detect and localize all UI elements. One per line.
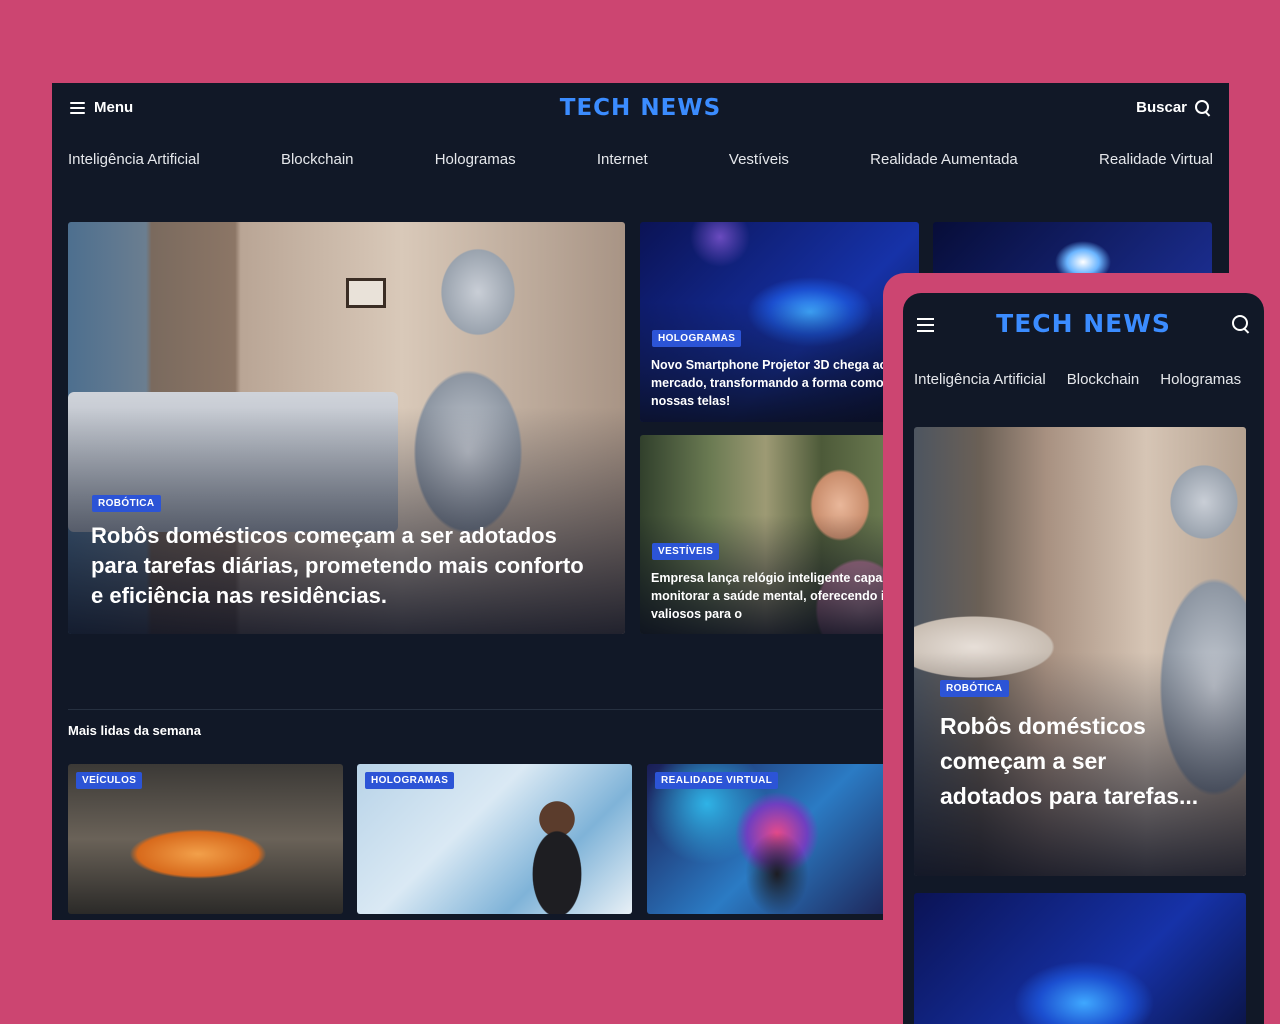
category-badge[interactable]: HOLOGRAMAS bbox=[365, 772, 455, 789]
nav-item-vr[interactable]: Realidade Virtual bbox=[1099, 151, 1213, 168]
nav-item-blockchain[interactable]: Blockchain bbox=[1067, 371, 1140, 388]
article-title[interactable]: Novo Smartphone Projetor 3D chega ao mer… bbox=[651, 356, 919, 410]
search-icon bbox=[1195, 99, 1211, 116]
hero-title[interactable]: Robôs domésticos começam a ser adotados … bbox=[940, 709, 1200, 814]
nav-item-holograms[interactable]: Hologramas bbox=[1160, 371, 1241, 388]
most-read-card-holograms[interactable]: HOLOGRAMAS bbox=[357, 764, 632, 914]
most-read-title: Mais lidas da semana bbox=[68, 723, 201, 738]
search-icon[interactable] bbox=[1232, 315, 1250, 333]
mobile-screen: TECH NEWS Inteligência Artificial Blockc… bbox=[903, 293, 1264, 1024]
search-button[interactable]: Buscar bbox=[1136, 99, 1211, 116]
article-card-smartphone[interactable] bbox=[914, 893, 1246, 1024]
nav-item-holograms[interactable]: Hologramas bbox=[435, 151, 516, 168]
nav-item-blockchain[interactable]: Blockchain bbox=[281, 151, 354, 168]
mobile-preview: TECH NEWS Inteligência Artificial Blockc… bbox=[883, 273, 1280, 1024]
hero-article-card[interactable]: ROBÓTICA Robôs domésticos começam a ser … bbox=[68, 222, 625, 634]
hero-category-badge[interactable]: ROBÓTICA bbox=[92, 495, 161, 512]
category-nav: Inteligência Artificial Blockchain Holog… bbox=[68, 151, 1213, 168]
hero-article-card[interactable]: ROBÓTICA Robôs domésticos começam a ser … bbox=[914, 427, 1246, 876]
article-card-smartphone[interactable]: HOLOGRAMAS Novo Smartphone Projetor 3D c… bbox=[640, 222, 919, 422]
hero-category-badge[interactable]: ROBÓTICA bbox=[940, 680, 1009, 697]
nav-item-internet[interactable]: Internet bbox=[597, 151, 648, 168]
search-label: Buscar bbox=[1136, 99, 1187, 116]
category-badge[interactable]: REALIDADE VIRTUAL bbox=[655, 772, 779, 789]
article-title[interactable]: Empresa lança relógio inteligente capaz … bbox=[651, 569, 919, 623]
category-badge[interactable]: HOLOGRAMAS bbox=[652, 330, 742, 347]
hero-title[interactable]: Robôs domésticos começam a ser adotados … bbox=[91, 521, 601, 611]
site-logo[interactable]: TECH NEWS bbox=[903, 309, 1264, 338]
most-read-card-vr[interactable]: REALIDADE VIRTUAL bbox=[647, 764, 922, 914]
article-card-smartwatch[interactable]: VESTÍVEIS Empresa lança relógio intelige… bbox=[640, 435, 919, 634]
section-divider bbox=[68, 709, 888, 710]
nav-item-ai[interactable]: Inteligência Artificial bbox=[914, 371, 1046, 388]
category-nav: Inteligência Artificial Blockchain Holog… bbox=[914, 371, 1241, 388]
nav-item-ai[interactable]: Inteligência Artificial bbox=[68, 151, 200, 168]
site-logo[interactable]: TECH NEWS bbox=[52, 95, 1229, 121]
category-badge[interactable]: VEÍCULOS bbox=[76, 772, 143, 789]
nav-item-ar[interactable]: Realidade Aumentada bbox=[870, 151, 1018, 168]
header: Menu TECH NEWS Buscar bbox=[52, 83, 1229, 133]
nav-item-wearables[interactable]: Vestíveis bbox=[729, 151, 789, 168]
category-badge[interactable]: VESTÍVEIS bbox=[652, 543, 720, 560]
most-read-card-vehicles[interactable]: VEÍCULOS bbox=[68, 764, 343, 914]
wall-frame-image-part bbox=[346, 278, 386, 308]
